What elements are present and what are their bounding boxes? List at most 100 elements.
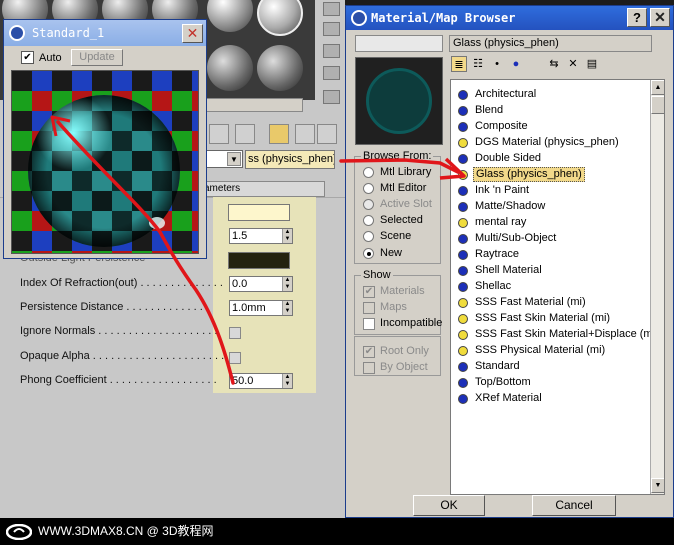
material-dot-icon <box>458 202 468 212</box>
show-map-icon[interactable] <box>235 124 255 144</box>
checkbox[interactable] <box>363 362 375 374</box>
phong-coefficient-spinner[interactable]: 50.0 ▲ ▼ <box>229 373 293 389</box>
checkbox-label: Incompatible <box>380 317 443 329</box>
view-large-icons-icon[interactable]: ● <box>508 56 524 72</box>
spinner-arrows-icon[interactable]: ▲ ▼ <box>282 277 292 291</box>
standard-window-titlebar[interactable]: Standard_1 ✕ <box>4 20 206 46</box>
sample-slot[interactable] <box>207 45 253 91</box>
sample-slot[interactable] <box>207 0 253 32</box>
checkbox[interactable]: ✔ <box>363 346 375 358</box>
browser-filter-field[interactable] <box>355 35 443 52</box>
cancel-button[interactable]: Cancel <box>532 495 616 516</box>
material-list-item-label: Double Sided <box>475 152 542 164</box>
browser-title: Material/Map Browser <box>371 11 516 25</box>
radio-button[interactable] <box>363 167 374 178</box>
scroll-thumb[interactable] <box>651 96 664 114</box>
radio-button[interactable] <box>363 215 374 226</box>
material-list-item-label: Composite <box>475 120 528 132</box>
parameters-rollout-header[interactable]: ameters <box>195 181 325 197</box>
standard-preview-window: Standard_1 ✕ ✔ Auto Update <box>3 19 207 259</box>
update-button[interactable]: Update <box>71 49 123 66</box>
material-list[interactable]: Architectural Blend Composite DGS Material … <box>450 79 665 495</box>
view-list-icons-icon[interactable]: ☷ <box>470 56 486 72</box>
show-group: Show ✔ Materials Maps Incompatible <box>354 269 443 335</box>
color-swatch-dark[interactable] <box>228 252 290 269</box>
update-scene-materials-icon[interactable]: ⇆ <box>546 56 562 72</box>
video-check-tool-icon[interactable] <box>323 90 340 104</box>
ior-out-value: 0.0 <box>232 278 248 290</box>
material-list-item-label: Matte/Shadow <box>475 200 546 212</box>
radio-label: Scene <box>380 230 412 242</box>
material-list-item-label: Blend <box>475 104 504 116</box>
param-label-ignore-normals: Ignore Normals . . . . . . . . . . . . .… <box>20 325 218 337</box>
backlight-tool-icon[interactable] <box>323 2 340 16</box>
ior-out-spinner[interactable]: 0.0 ▲ ▼ <box>229 276 293 292</box>
clear-material-library-icon[interactable]: ▤ <box>584 56 600 72</box>
material-dot-icon <box>458 394 468 404</box>
material-type-button[interactable]: ss (physics_phen) <box>245 150 335 169</box>
go-to-parent-icon[interactable] <box>209 124 229 144</box>
material-dot-icon <box>458 154 468 164</box>
browser-titlebar[interactable]: Material/Map Browser ? ✕ <box>346 6 673 30</box>
options-icon[interactable] <box>317 124 337 144</box>
sample-slot[interactable] <box>257 0 303 36</box>
checkbox-label: By Object <box>380 361 428 373</box>
view-list-icon[interactable]: ≣ <box>451 56 467 72</box>
material-list-item-label: SSS Fast Material (mi) <box>475 296 586 308</box>
upper-spinner[interactable]: 1.5 ▲ ▼ <box>229 228 293 244</box>
checkbox-label: Materials <box>380 285 425 297</box>
persistence-distance-spinner[interactable]: 1.0mm ▲ ▼ <box>229 300 293 316</box>
material-list-scrollbar[interactable]: ▲ ▼ <box>650 80 664 494</box>
material-list-item-label: Glass (physics_phen) <box>473 167 585 182</box>
auto-checkbox[interactable]: ✔ <box>21 51 34 64</box>
spinner-arrows-icon[interactable]: ▲ ▼ <box>282 229 292 243</box>
go-forward-icon[interactable] <box>295 124 315 144</box>
material-preview-render <box>11 70 199 254</box>
chevron-down-icon[interactable]: ▼ <box>227 152 241 166</box>
radio-button[interactable] <box>363 248 374 259</box>
checkbox[interactable] <box>363 302 375 314</box>
help-button[interactable]: ? <box>627 8 647 27</box>
checkbox[interactable] <box>363 318 375 330</box>
view-small-icons-icon[interactable]: • <box>489 56 505 72</box>
site-logo-icon <box>6 523 32 540</box>
delete-from-library-icon[interactable]: ✕ <box>565 56 581 72</box>
param-label-opaque-alpha: Opaque Alpha . . . . . . . . . . . . . .… <box>20 350 225 362</box>
standard-window-close-button[interactable]: ✕ <box>182 24 203 43</box>
material-dot-icon <box>458 250 468 260</box>
background-tool-icon[interactable] <box>323 44 340 58</box>
ignore-normals-checkbox[interactable] <box>229 327 241 339</box>
material-dot-icon <box>458 106 468 116</box>
material-map-browser-dialog: Material/Map Browser ? ✕ Glass (physics_… <box>345 5 674 518</box>
slot-scrollbar[interactable] <box>205 98 303 112</box>
radio-button[interactable] <box>363 183 374 194</box>
browser-close-button[interactable]: ✕ <box>650 8 670 27</box>
radio-label: Selected <box>380 214 423 226</box>
sample-slot[interactable] <box>257 45 303 91</box>
phong-coefficient-value: 50.0 <box>232 375 254 387</box>
material-list-item-label: Shell Material <box>475 264 542 276</box>
scroll-up-icon[interactable]: ▲ <box>651 80 664 95</box>
opaque-alpha-checkbox[interactable] <box>229 352 241 364</box>
sample-type-tool-icon[interactable] <box>323 22 340 36</box>
scroll-down-icon[interactable]: ▼ <box>651 478 664 493</box>
material-list-item-label: Ink 'n Paint <box>475 184 530 196</box>
mental-ray-material-dot-icon <box>458 138 468 148</box>
spinner-arrows-icon[interactable]: ▲ ▼ <box>282 301 292 315</box>
material-list-item-label: Top/Bottom <box>475 376 531 388</box>
watermark: WWW.3DMAX8.CN @ 3D教程网 <box>6 522 214 540</box>
max-logo-icon <box>9 25 25 41</box>
ok-button[interactable]: OK <box>413 495 485 516</box>
uv-tiling-tool-icon[interactable] <box>323 66 340 80</box>
checkbox[interactable]: ✔ <box>363 286 375 298</box>
param-label-persistence-distance: Persistence Distance . . . . . . . . . .… <box>20 301 209 313</box>
current-material-name-field: Glass (physics_phen) <box>449 35 652 52</box>
radio-button[interactable] <box>363 199 374 210</box>
radio-label: New <box>380 247 403 259</box>
pick-material-icon[interactable] <box>269 124 289 144</box>
material-list-item-label: XRef Material <box>475 392 542 404</box>
spinner-arrows-icon[interactable]: ▲ ▼ <box>282 374 292 388</box>
radio-button[interactable] <box>363 231 374 242</box>
color-swatch-cream[interactable] <box>228 204 290 221</box>
mental-ray-material-dot-icon <box>458 298 468 308</box>
